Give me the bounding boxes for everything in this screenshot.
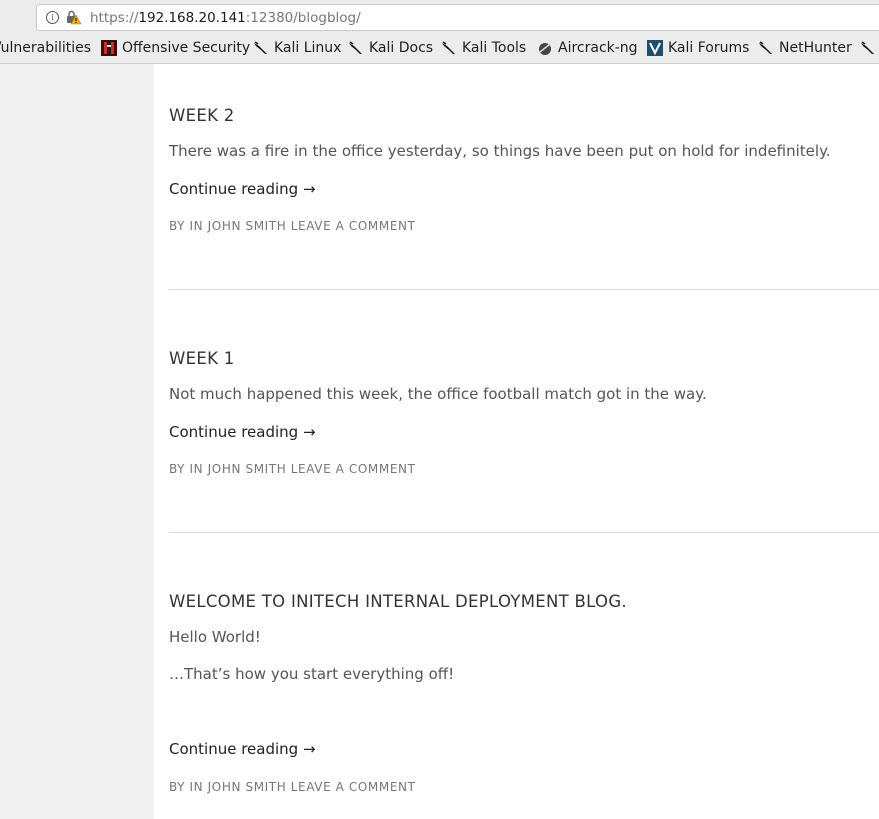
bookmark-aircrack-ng[interactable]: Aircrack-ng (537, 40, 638, 56)
post-paragraph: Not much happened this week, the office … (169, 385, 707, 403)
post-paragraph: There was a fire in the office yesterday… (169, 142, 831, 160)
url-path: :12380/blogblog/ (245, 10, 361, 26)
post-paragraph: Hello World! (169, 628, 261, 646)
author-link[interactable]: JOHN SMITH (208, 462, 287, 476)
bookmark-label: Kali Docs (369, 40, 434, 56)
post-title[interactable]: WELCOME TO INITECH INTERNAL DEPLOYMENT B… (169, 592, 627, 611)
leave-comment-link[interactable]: LEAVE A COMMENT (291, 219, 416, 233)
bookmark-label: Kali Tools (462, 40, 527, 56)
url-host: 192.168.20.141 (138, 10, 246, 26)
bookmark-kali-tools[interactable]: Kali Tools (441, 40, 526, 56)
aircrack-icon (539, 43, 551, 55)
bookmark-nethunter[interactable]: NetHunter (758, 40, 852, 56)
continue-reading-link[interactable]: Continue reading → (169, 740, 316, 758)
insecure-lock-icon[interactable] (65, 9, 81, 25)
bookmark-label: Kali Linux (274, 40, 342, 56)
bookmark-kali-forums[interactable]: Kali Forums (647, 40, 749, 56)
author-link[interactable]: JOHN SMITH (208, 219, 287, 233)
bookmarks-bar: Vulnerabilities Offensive Security Kali … (0, 37, 879, 61)
post-meta: BY IN JOHN SMITH LEAVE A COMMENT (169, 780, 416, 794)
kali-forums-icon (647, 40, 663, 56)
post-meta: BY IN JOHN SMITH LEAVE A COMMENT (169, 219, 416, 233)
kali-dragon-icon (349, 41, 362, 54)
meta-in: IN (189, 462, 204, 476)
kali-dragon-icon (442, 41, 455, 54)
continue-reading-link[interactable]: Continue reading → (169, 423, 316, 441)
kali-dragon-icon (759, 41, 772, 54)
post-title[interactable]: WEEK 1 (169, 349, 235, 368)
post-divider (169, 289, 879, 290)
post-paragraph: …That’s how you start everything off! (169, 665, 455, 683)
bookmark-label: Vulnerabilities (0, 40, 92, 56)
post-divider (169, 532, 879, 533)
bookmark-kali-docs[interactable]: Kali Docs (348, 40, 433, 56)
bookmark-label: Kali Forums (668, 40, 750, 56)
bookmark-kali-linux[interactable]: Kali Linux (253, 40, 341, 56)
meta-in: IN (189, 219, 204, 233)
meta-by: BY (169, 462, 186, 476)
sidebar (0, 64, 154, 819)
bookmark-offensive-security[interactable]: Offensive Security (101, 40, 250, 56)
leave-comment-link[interactable]: LEAVE A COMMENT (291, 780, 416, 794)
meta-in: IN (189, 780, 204, 794)
post-title[interactable]: WEEK 2 (169, 106, 235, 125)
offsec-icon (101, 40, 117, 56)
url-prefix: https:// (90, 10, 139, 26)
bookmark-label: NetHunter (779, 40, 852, 56)
url-text[interactable]: https://192.168.20.141:12380/blogblog/ (90, 10, 361, 26)
post-meta: BY IN JOHN SMITH LEAVE A COMMENT (169, 462, 416, 476)
bookmark-label: Offensive Security (122, 40, 251, 56)
bookmark-overflow[interactable] (860, 40, 879, 56)
leave-comment-link[interactable]: LEAVE A COMMENT (291, 462, 416, 476)
browser-toolbar: i https://192.168.20.141:12380/blogblog/… (0, 0, 879, 64)
bookmark-label: Aircrack-ng (558, 40, 638, 56)
meta-by: BY (169, 780, 186, 794)
kali-dragon-icon (254, 41, 267, 54)
bookmark-vulnerabilities[interactable]: Vulnerabilities (0, 40, 91, 56)
kali-dragon-icon (861, 41, 874, 54)
meta-by: BY (169, 219, 186, 233)
info-icon[interactable]: i (46, 11, 59, 24)
author-link[interactable]: JOHN SMITH (208, 780, 287, 794)
url-bar[interactable]: i https://192.168.20.141:12380/blogblog/ (36, 4, 879, 31)
continue-reading-link[interactable]: Continue reading → (169, 180, 316, 198)
